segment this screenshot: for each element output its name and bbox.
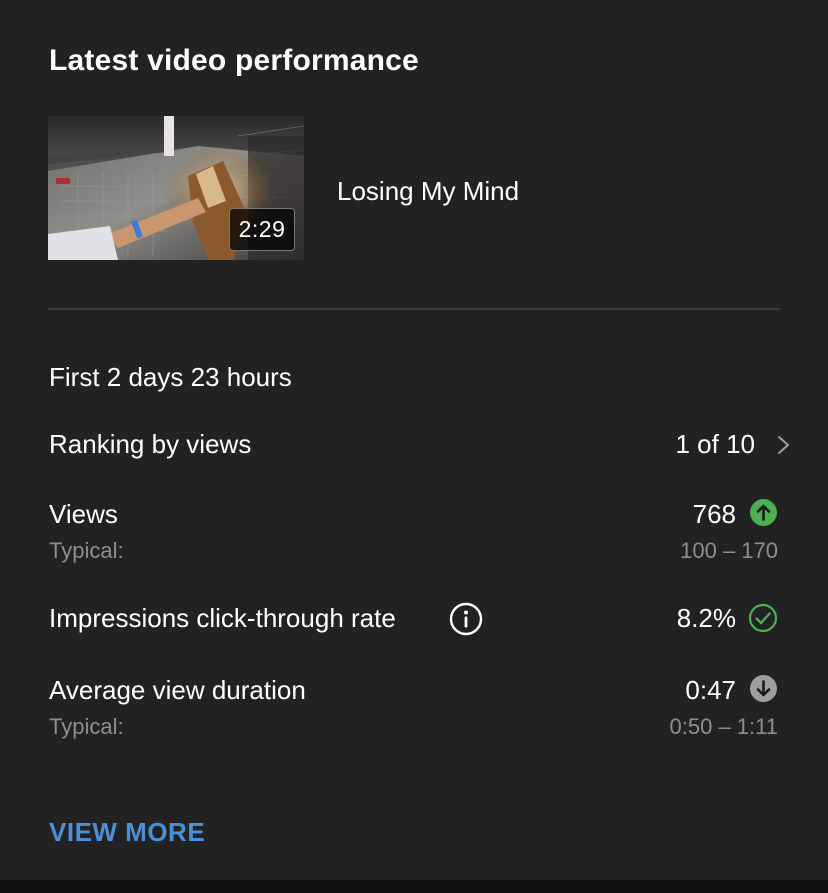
views-typical-label: Typical: bbox=[49, 538, 124, 563]
video-title[interactable]: Losing My Mind bbox=[337, 176, 519, 207]
views-label: Views bbox=[49, 499, 118, 529]
arrow-up-circle-icon bbox=[750, 499, 777, 526]
avg-duration-typical-label: Typical: bbox=[49, 714, 124, 739]
avg-duration-label: Average view duration bbox=[49, 675, 306, 705]
ranking-value[interactable]: 1 of 10 bbox=[675, 429, 755, 460]
check-circle-icon bbox=[748, 603, 778, 633]
chevron-right-icon[interactable] bbox=[775, 432, 793, 458]
views-value: 768 bbox=[692, 499, 736, 529]
avg-duration-typical-range: 0:50 – 1:11 bbox=[669, 714, 778, 739]
view-more-button[interactable]: VIEW MORE bbox=[49, 817, 205, 848]
views-typical-range: 100 – 170 bbox=[680, 538, 778, 563]
card-title: Latest video performance bbox=[49, 44, 419, 77]
ctr-value: 8.2% bbox=[676, 603, 736, 633]
divider bbox=[48, 308, 780, 310]
arrow-down-circle-icon bbox=[750, 675, 777, 702]
duration-badge: 2:29 bbox=[229, 208, 295, 251]
period-label: First 2 days 23 hours bbox=[49, 362, 292, 392]
info-icon[interactable] bbox=[449, 602, 483, 636]
ranking-label: Ranking by views bbox=[49, 429, 252, 459]
ctr-label: Impressions click-through rate bbox=[49, 603, 396, 633]
avg-duration-value: 0:47 bbox=[685, 675, 736, 705]
latest-video-performance-card: Latest video performance 2:29 Losing My … bbox=[0, 0, 828, 880]
